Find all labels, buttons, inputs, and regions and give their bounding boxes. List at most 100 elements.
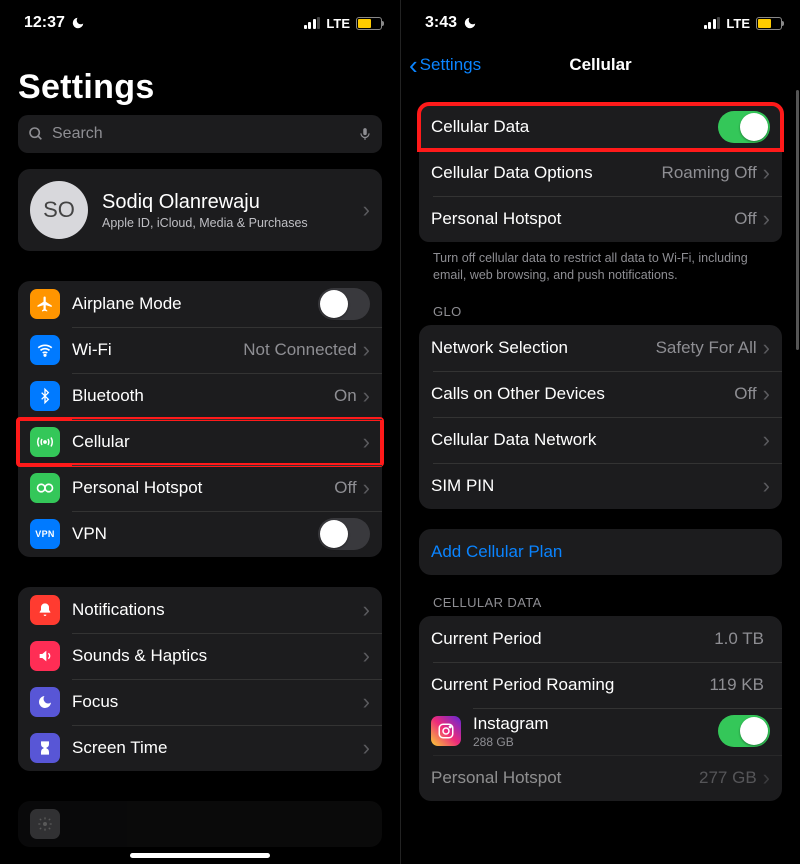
vpn-row[interactable]: VPN VPN xyxy=(18,511,382,557)
row-value: Not Connected xyxy=(243,340,356,360)
battery-icon xyxy=(356,17,382,30)
row-label: Focus xyxy=(72,692,363,712)
back-button[interactable]: ‹ Settings xyxy=(409,50,481,81)
cellular-data-row[interactable]: Cellular Data xyxy=(419,104,782,150)
chevron-right-icon: › xyxy=(763,429,770,451)
cellular-row[interactable]: Cellular › xyxy=(18,419,382,465)
chevron-right-icon: › xyxy=(363,431,370,453)
row-label: Cellular Data xyxy=(431,117,718,137)
wifi-icon xyxy=(30,335,60,365)
row-label: Wi-Fi xyxy=(72,340,243,360)
sim-pin-row[interactable]: SIM PIN › xyxy=(419,463,782,509)
row-label: Personal Hotspot xyxy=(431,209,734,229)
chevron-right-icon: › xyxy=(363,599,370,621)
chevron-right-icon: › xyxy=(363,691,370,713)
notifications-row[interactable]: Notifications › xyxy=(18,587,382,633)
cellular-data-network-row[interactable]: Cellular Data Network › xyxy=(419,417,782,463)
page-title: Settings xyxy=(18,68,382,107)
scroll-indicator xyxy=(796,90,799,350)
mic-icon[interactable] xyxy=(358,125,372,143)
avatar: SO xyxy=(30,181,88,239)
airplane-toggle[interactable] xyxy=(318,288,370,320)
status-bar: 12:37 LTE xyxy=(0,0,400,46)
roaming-period-row: Current Period Roaming 119 KB xyxy=(419,662,782,708)
vpn-icon: VPN xyxy=(30,519,60,549)
current-period-row: Current Period 1.0 TB xyxy=(419,616,782,662)
chevron-right-icon: › xyxy=(363,645,370,667)
row-label: Calls on Other Devices xyxy=(431,384,734,404)
battery-icon xyxy=(756,17,782,30)
row-label: Current Period xyxy=(431,629,714,649)
search-input[interactable] xyxy=(52,125,350,143)
apple-id-row[interactable]: SO Sodiq Olanrewaju Apple ID, iCloud, Me… xyxy=(18,169,382,251)
screentime-row[interactable]: Screen Time › xyxy=(18,725,382,771)
network-selection-row[interactable]: Network Selection Safety For All › xyxy=(419,325,782,371)
chevron-right-icon: › xyxy=(763,337,770,359)
row-label: Cellular Data Options xyxy=(431,163,662,183)
home-indicator[interactable] xyxy=(130,853,270,858)
row-label: Add Cellular Plan xyxy=(431,542,770,562)
chevron-right-icon: › xyxy=(363,385,370,407)
network-type: LTE xyxy=(726,16,750,31)
app-usage-hotspot[interactable]: Personal Hotspot 277 GB › xyxy=(419,755,782,801)
chevron-right-icon: › xyxy=(763,383,770,405)
vpn-toggle[interactable] xyxy=(318,518,370,550)
chevron-right-icon: › xyxy=(363,477,370,499)
instagram-icon xyxy=(431,716,461,746)
row-label: Screen Time xyxy=(72,738,363,758)
row-label: Airplane Mode xyxy=(72,294,318,314)
chevron-right-icon: › xyxy=(363,737,370,759)
chevron-right-icon: › xyxy=(763,767,770,789)
section-header-usage: CELLULAR DATA xyxy=(433,595,780,610)
bluetooth-row[interactable]: Bluetooth On › xyxy=(18,373,382,419)
row-label: Network Selection xyxy=(431,338,656,358)
row-value: Off xyxy=(734,384,756,404)
app-usage-instagram[interactable]: Instagram 288 GB xyxy=(419,708,782,755)
chevron-left-icon: ‹ xyxy=(409,50,418,81)
chevron-right-icon: › xyxy=(363,339,370,361)
status-time: 3:43 xyxy=(425,14,457,32)
app-name: Instagram xyxy=(473,714,718,734)
cellular-options-row[interactable]: Cellular Data Options Roaming Off › xyxy=(419,150,782,196)
chevron-right-icon: › xyxy=(763,208,770,230)
sounds-icon xyxy=(30,641,60,671)
screentime-icon xyxy=(30,733,60,763)
app-usage: 288 GB xyxy=(473,735,718,749)
hotspot-row[interactable]: Personal Hotspot Off › xyxy=(419,196,782,242)
cellular-settings-screen: 3:43 LTE ‹ Settings Cellular Cellular Da… xyxy=(400,0,800,864)
app-data-toggle[interactable] xyxy=(718,715,770,747)
row-value: Off xyxy=(734,209,756,229)
cellular-icon xyxy=(30,427,60,457)
airplane-mode-row[interactable]: Airplane Mode xyxy=(18,281,382,327)
row-label: Current Period Roaming xyxy=(431,675,709,695)
chevron-right-icon: › xyxy=(363,199,370,221)
row-label: SIM PIN xyxy=(431,476,763,496)
row-label: Personal Hotspot xyxy=(431,768,699,788)
bluetooth-icon xyxy=(30,381,60,411)
chevron-right-icon: › xyxy=(763,475,770,497)
sounds-row[interactable]: Sounds & Haptics › xyxy=(18,633,382,679)
search-icon xyxy=(28,126,44,142)
notifications-icon xyxy=(30,595,60,625)
search-bar[interactable] xyxy=(18,115,382,153)
settings-main-screen: 12:37 LTE Settings SO Sodiq Olanrewaju A… xyxy=(0,0,400,864)
row-value: Off xyxy=(334,478,356,498)
row-value: Roaming Off xyxy=(662,163,757,183)
profile-name: Sodiq Olanrewaju xyxy=(102,191,363,214)
status-time: 12:37 xyxy=(24,14,65,32)
hotspot-row[interactable]: Personal Hotspot Off › xyxy=(18,465,382,511)
add-cellular-plan-row[interactable]: Add Cellular Plan xyxy=(419,529,782,575)
row-label: Cellular xyxy=(72,432,363,452)
airplane-icon xyxy=(30,289,60,319)
section-header-carrier: GLO xyxy=(433,304,780,319)
calls-other-devices-row[interactable]: Calls on Other Devices Off › xyxy=(419,371,782,417)
network-type: LTE xyxy=(326,16,350,31)
focus-row[interactable]: Focus › xyxy=(18,679,382,725)
dnd-moon-icon xyxy=(463,16,477,30)
cellular-data-toggle[interactable] xyxy=(718,111,770,143)
wifi-row[interactable]: Wi-Fi Not Connected › xyxy=(18,327,382,373)
row-label: Bluetooth xyxy=(72,386,334,406)
back-label: Settings xyxy=(420,55,481,75)
row-value: 277 GB xyxy=(699,768,757,788)
row-label: Personal Hotspot xyxy=(72,478,334,498)
